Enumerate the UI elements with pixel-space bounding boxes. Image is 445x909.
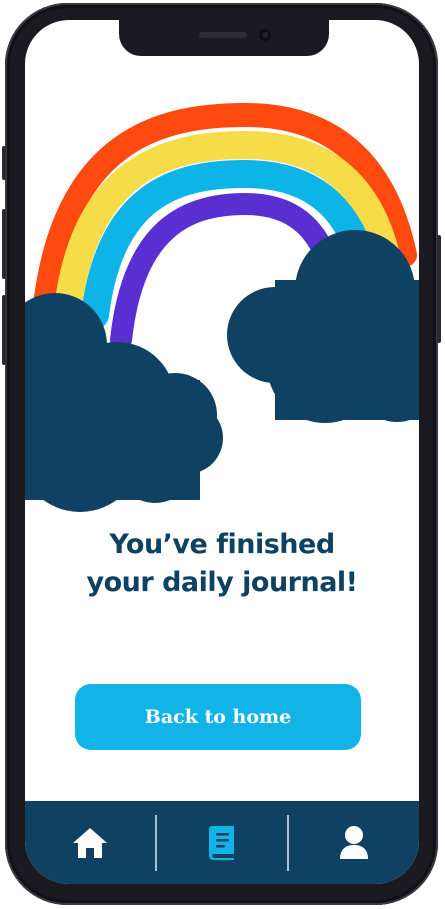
journal-icon xyxy=(209,825,234,860)
bottom-nav-bar xyxy=(25,801,419,884)
front-camera xyxy=(259,29,271,41)
profile-icon xyxy=(340,825,368,859)
cloud-right xyxy=(227,230,419,423)
completion-heading-line-2: your daily journal! xyxy=(86,567,359,598)
nav-profile[interactable] xyxy=(289,801,419,884)
completion-heading: You’ve finished your daily journal! xyxy=(25,526,419,602)
earpiece-speaker xyxy=(199,32,247,38)
back-to-home-button[interactable]: Back to home xyxy=(75,684,361,750)
nav-journal[interactable] xyxy=(157,801,287,884)
nav-home[interactable] xyxy=(25,801,155,884)
phone-power-button xyxy=(437,235,441,343)
home-icon xyxy=(73,827,107,858)
journal-complete-screen: You’ve finished your daily journal! Back… xyxy=(25,20,419,884)
phone-volume-down-button xyxy=(2,295,6,365)
completion-heading-line-1: You’ve finished xyxy=(109,529,335,560)
phone-notch xyxy=(119,20,329,56)
nav-divider xyxy=(155,814,157,871)
phone-volume-up-button xyxy=(2,209,6,279)
phone-action-button xyxy=(2,146,6,180)
rainbow-illustration xyxy=(25,102,419,512)
nav-divider xyxy=(287,814,289,871)
